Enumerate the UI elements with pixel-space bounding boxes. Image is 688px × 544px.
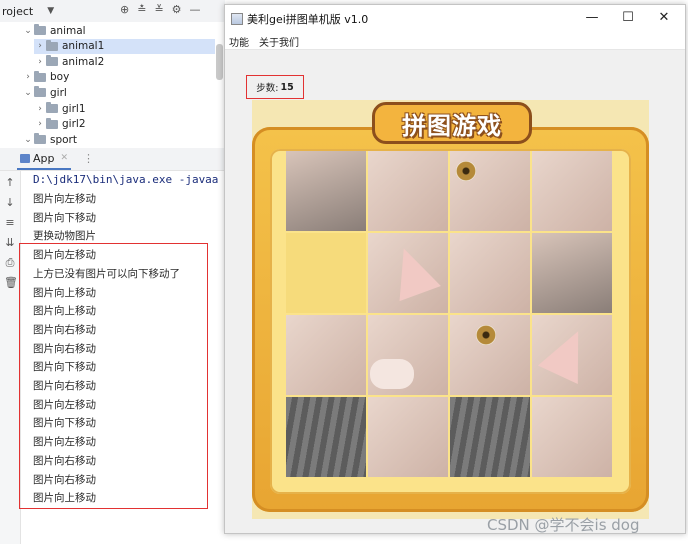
gear-icon[interactable]: ⚙ [172,3,182,16]
folder-icon [34,70,46,82]
puzzle-tile[interactable] [450,233,530,313]
puzzle-tile[interactable] [368,151,448,231]
folder-icon [46,55,58,67]
project-panel-title[interactable]: roject [2,5,33,18]
app-run-icon [20,153,30,163]
run-tab-label: App [33,151,55,165]
puzzle-tile[interactable] [532,233,612,313]
puzzle-tile[interactable] [368,233,448,313]
folder-icon [34,86,46,98]
soft-wrap-icon[interactable]: ≡ [4,217,16,229]
trash-icon[interactable]: 🗑 [4,277,18,289]
chevron-right-icon[interactable]: › [34,57,46,67]
console-line: 更换动物图片 [33,230,96,243]
console-line: 图片向下移动 [33,211,96,224]
target-icon[interactable]: ⊕ [120,3,129,16]
console-command: D:\jdk17\bin\java.exe -javaa [33,173,219,186]
window-titlebar[interactable]: 美利gei拼图单机版 v1.0 — ☐ ✕ [225,5,685,32]
chevron-down-icon[interactable]: ⌄ [22,135,34,145]
tree-item-label: boy [50,71,70,84]
run-tab-app[interactable]: App ✕ [17,148,72,170]
step-label: 步数: [256,83,279,94]
puzzle-tile[interactable] [532,315,612,395]
console-highlight-box [19,243,208,509]
folder-icon [34,24,46,35]
tree-item-label: girl [50,86,67,99]
step-counter: 步数: 15 [246,75,304,99]
project-tree-scrollbar[interactable] [216,44,223,80]
more-icon[interactable]: ⋮ [83,152,94,165]
tree-item-label: animal2 [62,55,105,68]
tree-item-label: animal1 [62,40,105,53]
chevron-right-icon[interactable]: › [34,119,46,129]
close-button[interactable]: ✕ [654,9,674,27]
project-panel-header: roject ▼ ⊕ ≛ ≚ ⚙ — [0,0,225,23]
collapse-all-icon[interactable]: ≚ [154,3,163,16]
arrow-up-icon[interactable]: ↑ [4,177,16,189]
maximize-button[interactable]: ☐ [618,9,638,27]
tree-item-girl2[interactable]: › girl2 [34,117,86,132]
cat-paw-image [370,359,414,389]
puzzle-grid [286,151,614,479]
project-tree: ⌄ animal › animal1 › animal2 › boy ⌄ girl › girl1 › g… [0,22,225,148]
tree-item-animal2[interactable]: › animal2 [34,54,104,69]
folder-icon [46,117,58,129]
chevron-right-icon[interactable]: › [34,41,46,51]
cat-eye-image [476,325,496,345]
minimize-panel-icon[interactable]: — [190,3,201,16]
game-title-banner: 拼图游戏 [372,102,532,144]
menu-bar: 功能 关于我们 [225,32,685,50]
tree-item-girl[interactable]: ⌄ girl [22,85,67,100]
puzzle-tile[interactable] [368,315,448,395]
cat-ear-image [537,321,599,385]
run-toolbar: ↑ ↓ ≡ ⇊ ⎙ 🗑 [0,171,21,544]
puzzle-tile[interactable] [450,397,530,477]
tree-item-girl1[interactable]: › girl1 [34,101,86,116]
minimize-button[interactable]: — [582,9,602,27]
sort-icon[interactable]: ⇊ [4,237,16,249]
puzzle-window: 美利gei拼图单机版 v1.0 — ☐ ✕ 功能 关于我们 拼图游戏 步数: 1… [224,4,686,534]
tree-item-label: animal [50,24,86,37]
arrow-down-icon[interactable]: ↓ [4,197,16,209]
run-tab-bar: App ✕ ⋮ [0,148,225,171]
tree-item-label: girl2 [62,118,86,131]
puzzle-tile[interactable] [286,397,366,477]
chevron-down-icon[interactable]: ▼ [47,6,54,16]
tree-item-animal1[interactable]: › animal1 [34,38,215,54]
close-icon[interactable]: ✕ [61,153,69,163]
chevron-down-icon[interactable]: ⌄ [22,88,34,98]
puzzle-tile[interactable] [286,315,366,395]
chevron-right-icon[interactable]: › [22,72,34,82]
chevron-right-icon[interactable]: › [34,104,46,114]
step-count: 15 [280,81,294,93]
cat-eye-image [456,161,476,181]
puzzle-tile[interactable] [286,151,366,231]
game-canvas[interactable]: 拼图游戏 步数: 15 [225,50,685,533]
chevron-down-icon[interactable]: ⌄ [22,26,34,36]
window-title: 美利gei拼图单机版 v1.0 [247,13,369,26]
console-line: 图片向左移动 [33,193,96,205]
menu-about-us[interactable]: 关于我们 [259,34,299,49]
folder-icon [34,133,46,145]
puzzle-empty-tile[interactable] [286,233,366,313]
tree-item-label: girl1 [62,102,86,115]
puzzle-tile[interactable] [450,151,530,231]
puzzle-tile[interactable] [368,397,448,477]
puzzle-tile[interactable] [450,315,530,395]
tree-item-animal[interactable]: ⌄ animal [22,23,86,38]
tree-item-boy[interactable]: › boy [22,70,69,85]
puzzle-tile[interactable] [532,397,612,477]
tree-item-sport[interactable]: ⌄ sport [22,132,77,147]
folder-icon [46,39,58,51]
folder-icon [46,102,58,113]
cat-ear-image [383,240,441,302]
tree-item-label: sport [50,133,77,146]
expand-all-icon[interactable]: ≛ [137,3,146,16]
java-app-icon [231,13,243,25]
menu-function[interactable]: 功能 [229,34,249,49]
puzzle-tile[interactable] [532,151,612,231]
csdn-watermark: CSDN @学不会is dog [487,516,640,534]
print-icon[interactable]: ⎙ [4,257,16,269]
